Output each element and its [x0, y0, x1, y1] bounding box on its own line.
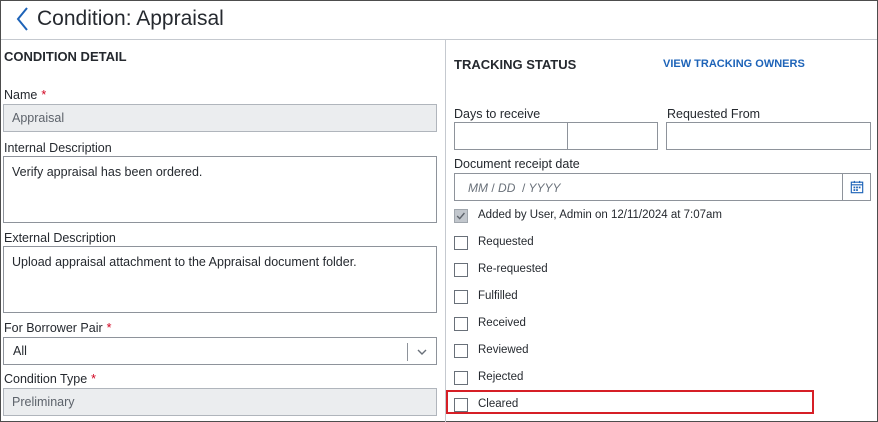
checkbox[interactable]	[454, 371, 468, 385]
checkbox[interactable]	[454, 317, 468, 331]
receipt-date-input[interactable]: MM / DD / YYYY	[454, 173, 871, 201]
receipt-date-label: Document receipt date	[454, 157, 580, 171]
calendar-icon	[850, 180, 864, 194]
days-to-receive-unit-input[interactable]	[567, 122, 658, 150]
checkbox[interactable]	[454, 290, 468, 304]
tracking-status-heading: TRACKING STATUS	[454, 57, 577, 72]
column-divider	[445, 40, 446, 422]
days-to-receive-input[interactable]	[454, 122, 568, 150]
required-asterisk: *	[91, 372, 97, 386]
checkbox[interactable]	[454, 263, 468, 277]
required-asterisk: *	[41, 88, 47, 102]
tracking-item-label: Re-requested	[478, 263, 548, 275]
tracking-item-label: Reviewed	[478, 344, 529, 356]
tracking-item-label: Added by User, Admin on 12/11/2024 at 7:…	[478, 209, 723, 221]
name-label: Name *	[4, 88, 47, 102]
condition-detail-heading: CONDITION DETAIL	[4, 49, 127, 64]
chevron-down-icon	[417, 349, 427, 355]
condition-type-label: Condition Type *	[4, 372, 97, 386]
cleared-highlight-box	[446, 390, 814, 414]
condition-type-field[interactable]: Preliminary	[3, 388, 437, 416]
internal-description-textarea[interactable]: Verify appraisal has been ordered.	[3, 156, 437, 223]
checkmark-icon	[456, 212, 465, 220]
name-field[interactable]: Appraisal	[3, 104, 437, 132]
checkbox[interactable]	[454, 344, 468, 358]
page-header: Condition: Appraisal	[1, 1, 877, 40]
external-description-label: External Description	[4, 231, 116, 245]
tracking-item-label: Rejected	[478, 371, 524, 383]
borrower-pair-select[interactable]: All	[3, 337, 437, 365]
calendar-button[interactable]	[842, 174, 870, 200]
view-tracking-owners-link[interactable]: VIEW TRACKING OWNERS	[663, 58, 805, 70]
page-title: Condition: Appraisal	[37, 7, 224, 30]
checkbox[interactable]	[454, 209, 468, 223]
tracking-item-label: Requested	[478, 236, 534, 248]
checkbox[interactable]	[454, 236, 468, 250]
external-description-textarea[interactable]: Upload appraisal attachment to the Appra…	[3, 246, 437, 313]
requested-from-input[interactable]	[666, 122, 871, 150]
tracking-item-label: Fulfilled	[478, 290, 518, 302]
borrower-pair-label: For Borrower Pair *	[4, 321, 112, 335]
date-placeholder: MM / DD / YYYY	[468, 181, 561, 195]
required-asterisk: *	[106, 321, 112, 335]
tracking-item-label: Received	[478, 317, 526, 329]
internal-description-label: Internal Description	[4, 141, 112, 155]
select-separator	[407, 343, 408, 361]
back-chevron-icon[interactable]	[13, 5, 35, 33]
requested-from-label: Requested From	[667, 107, 761, 121]
days-to-receive-label: Days to receive	[454, 107, 541, 121]
